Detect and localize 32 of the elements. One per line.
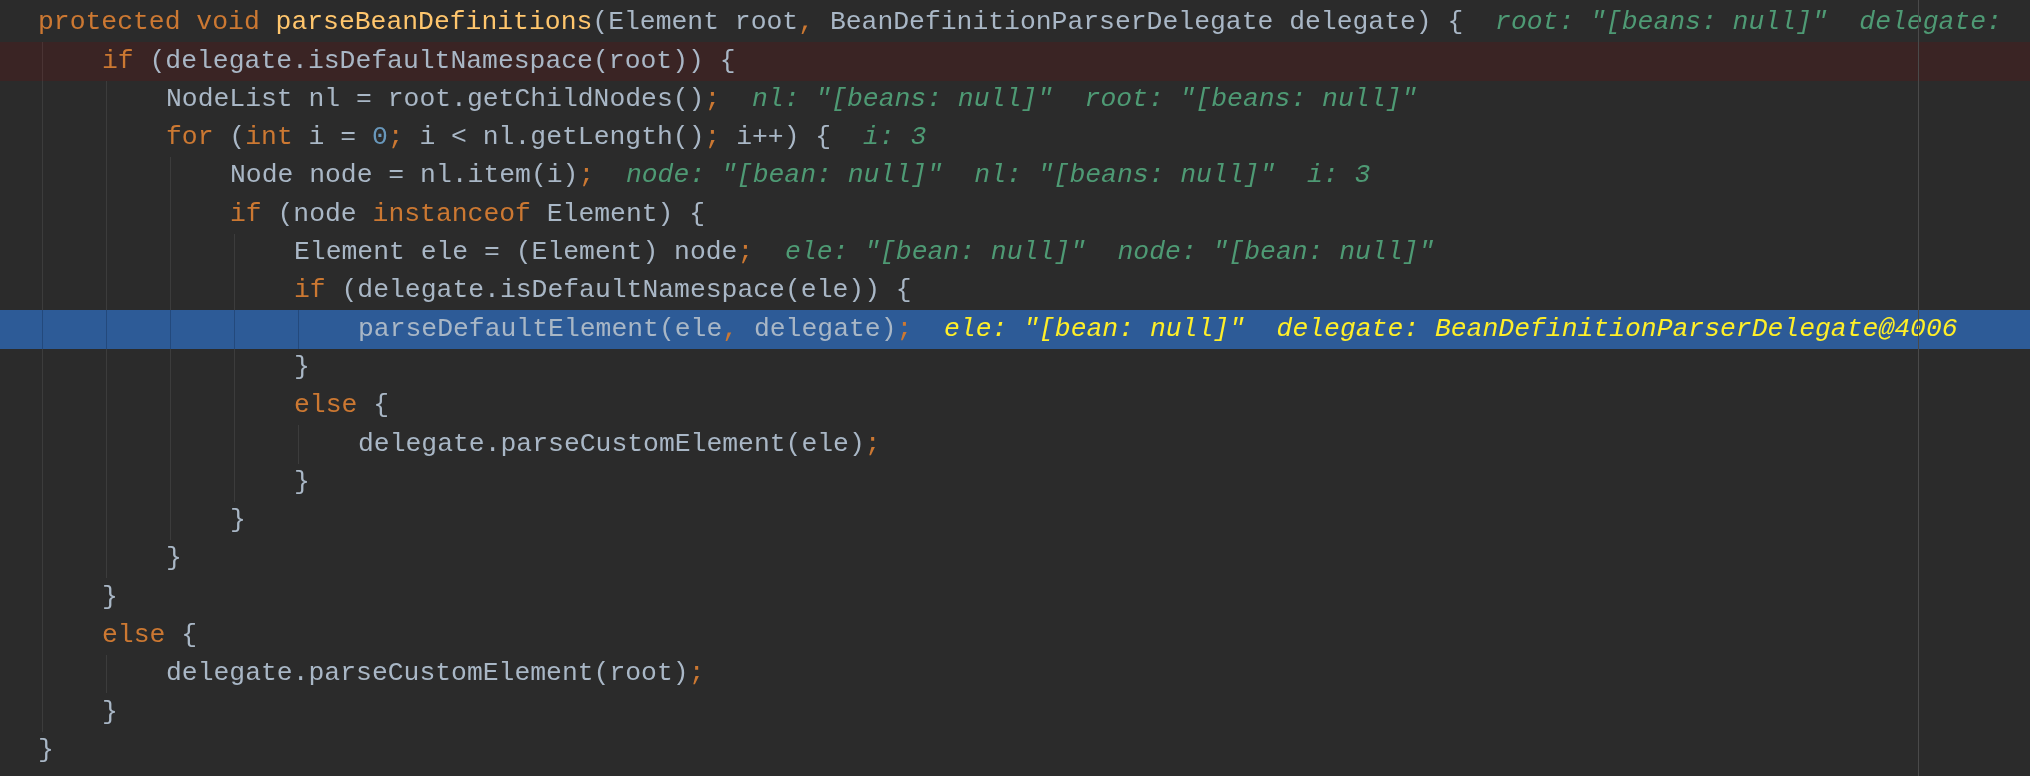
debug-value: nl: "[beans: null]" — [974, 160, 1276, 193]
code-line: Node node = nl.item(i); — [230, 160, 595, 193]
debug-value: delegate: — [1859, 7, 2002, 39]
code-line: } — [294, 466, 310, 499]
debug-value: nl: "[beans: null]" — [752, 83, 1053, 116]
code-line: else { — [102, 620, 198, 652]
code-line: if (delegate.isDefaultNamespace(root)) { — [102, 45, 736, 78]
code-line: for (int i = 0; i < nl.getLength(); i++) { — [166, 122, 832, 154]
code-line: } — [102, 581, 118, 614]
debug-value: ele: "[bean: null]" — [784, 237, 1086, 269]
debug-value: i: 3 — [862, 122, 927, 154]
code-line: NodeList nl = root.getChildNodes(); — [166, 83, 721, 116]
debug-value: node: "[bean: null]" — [625, 160, 943, 193]
code-line: Element ele = (Element) node; — [294, 237, 754, 269]
debug-value: delegate: BeanDefinitionParserDelegate@4006 — [1276, 313, 1958, 346]
code-line: else { — [294, 390, 390, 422]
debug-value: root: "[beans: null]" — [1084, 83, 1418, 116]
code-line: } — [38, 734, 54, 767]
code-line: } — [294, 351, 310, 384]
code-line: } — [102, 696, 118, 729]
code-line: delegate.parseCustomElement(ele); — [358, 428, 881, 461]
debug-value: ele: "[bean: null]" — [944, 313, 1245, 346]
code-line: if (delegate.isDefaultNamespace(ele)) { — [294, 275, 912, 308]
code-line: protected void parseBeanDefinitions(Element root, BeanDefinitionParserDelegate delegate) { — [38, 7, 1464, 39]
debug-value: node: "[bean: null]" — [1117, 237, 1435, 269]
code-line: } — [166, 543, 182, 576]
code-line: parseDefaultElement(ele, delegate); — [358, 313, 913, 346]
code-line: } — [230, 505, 246, 537]
debug-value: i: 3 — [1306, 160, 1371, 193]
debug-value: root: "[beans: null]" — [1495, 7, 1828, 39]
code-line: delegate.parseCustomElement(root); — [166, 658, 705, 691]
code-line: if (node instanceof Element) { — [230, 198, 706, 231]
